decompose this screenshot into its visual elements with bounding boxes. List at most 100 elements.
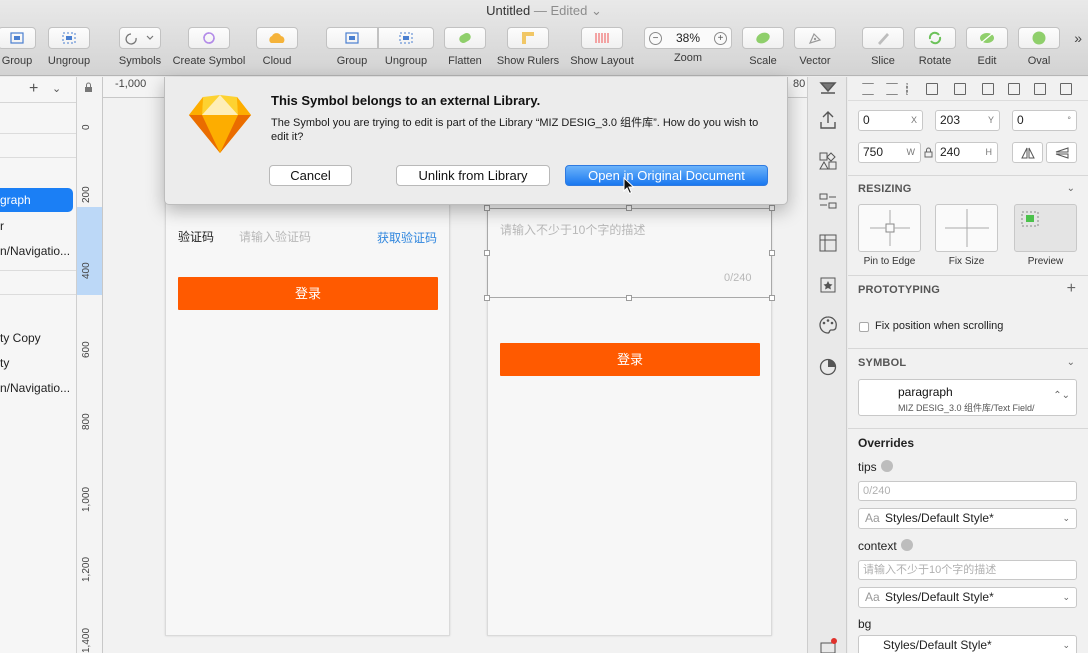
create-symbol-button[interactable] xyxy=(188,27,230,49)
export-icon[interactable] xyxy=(817,109,839,131)
toolbar-group-2[interactable]: Group xyxy=(326,27,378,67)
resize-handle[interactable] xyxy=(626,295,632,301)
ungroup-button-2[interactable] xyxy=(378,27,434,49)
toolbar-rotate[interactable]: Rotate xyxy=(914,27,956,67)
tips-style-select[interactable]: Aa Styles/Default Style* ⌄ xyxy=(858,508,1077,529)
toolbar-scale[interactable]: Scale xyxy=(742,27,784,67)
symbol-picker[interactable]: paragraph MIZ DESIG_3.0 组件库/Text Field/ … xyxy=(858,379,1077,416)
add-page-button[interactable]: + xyxy=(29,80,38,98)
toolbar-slice[interactable]: Slice xyxy=(862,27,904,67)
group-button[interactable] xyxy=(0,27,36,49)
flatten-button[interactable] xyxy=(444,27,486,49)
zoom-out-button[interactable]: − xyxy=(649,31,662,45)
distribute-vertical-icon[interactable] xyxy=(886,83,898,95)
toolbar-cloud[interactable]: Cloud xyxy=(256,27,298,67)
bg-style-select[interactable]: Styles/Default Style* ⌄ xyxy=(858,635,1077,653)
symbols-button[interactable] xyxy=(119,27,161,49)
inspector-icon[interactable] xyxy=(817,79,839,97)
submit-button[interactable]: 登录 xyxy=(500,343,760,376)
symbol-chevron-icon[interactable]: ⌄ xyxy=(1067,357,1075,368)
open-in-original-document-button[interactable]: Open in Original Document xyxy=(565,165,768,186)
get-code-link[interactable]: 获取验证码 xyxy=(377,229,437,246)
symbol-overrides-icon[interactable] xyxy=(817,150,839,172)
x-field[interactable]: 0 X xyxy=(858,110,923,131)
scale-button[interactable] xyxy=(742,27,784,49)
align-bottom-icon[interactable] xyxy=(1060,83,1072,95)
favorites-icon[interactable] xyxy=(817,273,839,295)
add-prototype-button[interactable]: + xyxy=(1067,280,1076,298)
tips-override-input[interactable]: 0/240 xyxy=(858,481,1077,501)
more-tools-chevron-icon[interactable]: » xyxy=(1074,30,1082,46)
ruler-lock-icon[interactable] xyxy=(84,82,93,96)
align-center-icon[interactable] xyxy=(954,83,966,95)
zoom-control[interactable]: − 38% + xyxy=(644,27,732,49)
unlink-from-library-button[interactable]: Unlink from Library xyxy=(396,165,550,186)
layer-item[interactable]: r xyxy=(0,214,4,238)
collapse-pages-chevron-icon[interactable]: ⌄ xyxy=(52,82,61,95)
resize-handle[interactable] xyxy=(769,295,775,301)
oval-button[interactable] xyxy=(1018,27,1060,49)
notifications-icon[interactable] xyxy=(817,637,839,653)
toolbar-symbols[interactable]: Symbols xyxy=(116,27,164,67)
ungroup-button[interactable] xyxy=(48,27,90,49)
align-left-icon[interactable] xyxy=(926,83,938,95)
toolbar-edit[interactable]: Edit xyxy=(966,27,1008,67)
vertical-ruler[interactable]: 0 200 400 600 800 1,000 1,200 1,400 xyxy=(77,77,103,653)
title-chevron-icon[interactable]: ⌄ xyxy=(591,3,602,18)
more-options-icon[interactable] xyxy=(906,83,908,95)
align-top-icon[interactable] xyxy=(1008,83,1020,95)
toolbar-show-rulers[interactable]: Show Rulers xyxy=(494,27,562,67)
y-field[interactable]: 203 Y xyxy=(935,110,1000,131)
layout-align-icon[interactable] xyxy=(817,191,839,213)
rotation-field[interactable]: 0 ° xyxy=(1012,110,1077,131)
layer-item[interactable]: ty Copy xyxy=(0,326,41,350)
resize-handle[interactable] xyxy=(484,205,490,211)
resize-handle[interactable] xyxy=(484,250,490,256)
vector-button[interactable] xyxy=(794,27,836,49)
cloud-button[interactable] xyxy=(256,27,298,49)
width-field[interactable]: 750 W xyxy=(858,142,921,163)
toolbar-ungroup-2[interactable]: Ungroup xyxy=(378,27,434,67)
layer-item[interactable]: ty xyxy=(0,351,9,375)
slice-button[interactable] xyxy=(862,27,904,49)
toolbar-oval[interactable]: Oval xyxy=(1018,27,1060,67)
layer-item[interactable]: n/Navigatio... xyxy=(0,376,70,400)
toolbar-show-layout[interactable]: Show Layout xyxy=(568,27,636,67)
pin-to-edge-option[interactable] xyxy=(858,204,921,252)
resize-handle[interactable] xyxy=(769,250,775,256)
align-right-icon[interactable] xyxy=(982,83,994,95)
login-button[interactable]: 登录 xyxy=(178,277,438,310)
toolbar-ungroup[interactable]: Ungroup xyxy=(46,27,92,67)
lock-ratio-icon[interactable] xyxy=(924,147,933,158)
distribute-horizontal-icon[interactable] xyxy=(862,83,874,95)
resize-handle[interactable] xyxy=(484,295,490,301)
toolbar-zoom[interactable]: − 38% + Zoom xyxy=(644,27,732,64)
cancel-button[interactable]: Cancel xyxy=(269,165,352,186)
align-middle-icon[interactable] xyxy=(1034,83,1046,95)
show-layout-button[interactable] xyxy=(581,27,623,49)
toolbar-group[interactable]: Group xyxy=(0,27,38,67)
edit-button[interactable] xyxy=(966,27,1008,49)
toolbar-create-symbol[interactable]: Create Symbol xyxy=(168,27,250,67)
rotate-button[interactable] xyxy=(914,27,956,49)
layer-item[interactable]: n/Navigatio... xyxy=(0,239,70,263)
flip-horizontal-button[interactable] xyxy=(1012,142,1043,163)
flip-vertical-button[interactable] xyxy=(1046,142,1077,163)
show-rulers-button[interactable] xyxy=(507,27,549,49)
toolbar-vector[interactable]: Vector xyxy=(794,27,836,67)
fix-position-checkbox[interactable] xyxy=(859,322,869,332)
height-field[interactable]: 240 H xyxy=(935,142,998,163)
resizing-chevron-icon[interactable]: ⌄ xyxy=(1067,183,1075,194)
context-override-input[interactable]: 请输入不少于10个字的描述 xyxy=(858,560,1077,580)
zoom-in-button[interactable]: + xyxy=(714,31,727,45)
color-palette-icon[interactable] xyxy=(817,314,839,336)
resize-handle[interactable] xyxy=(769,205,775,211)
artboard-layout-icon[interactable] xyxy=(817,232,839,254)
fix-size-option[interactable] xyxy=(935,204,998,252)
context-style-select[interactable]: Aa Styles/Default Style* ⌄ xyxy=(858,587,1077,608)
toolbar-flatten[interactable]: Flatten xyxy=(444,27,486,67)
selected-paragraph-symbol[interactable] xyxy=(487,208,772,298)
pie-chart-icon[interactable] xyxy=(817,355,839,377)
resize-handle[interactable] xyxy=(626,205,632,211)
group-button-2[interactable] xyxy=(326,27,378,49)
